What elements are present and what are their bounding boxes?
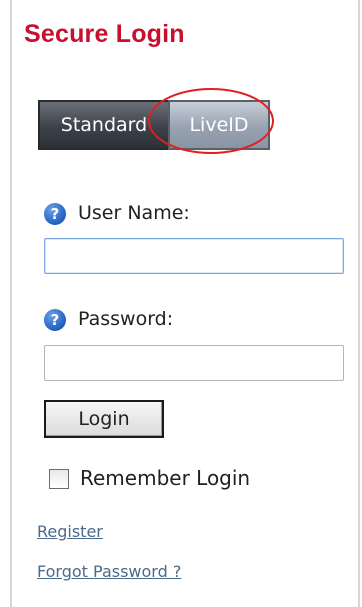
question-circle-icon[interactable]: ? xyxy=(44,309,66,331)
tab-liveid[interactable]: LiveID xyxy=(168,100,270,150)
question-circle-icon[interactable]: ? xyxy=(44,203,66,225)
password-input[interactable] xyxy=(44,345,344,381)
login-button[interactable]: Login xyxy=(44,400,164,438)
page-title: Secure Login xyxy=(24,20,185,48)
remember-login-label: Remember Login xyxy=(80,466,251,490)
password-label: Password: xyxy=(78,308,174,330)
tab-standard[interactable]: Standard xyxy=(38,100,170,150)
username-input[interactable] xyxy=(44,238,344,274)
remember-login-checkbox[interactable] xyxy=(49,469,69,489)
register-link[interactable]: Register xyxy=(37,522,103,541)
login-panel: Secure Login Standard LiveID ? User Name… xyxy=(10,0,360,607)
username-label: User Name: xyxy=(78,202,190,224)
forgot-password-link[interactable]: Forgot Password ? xyxy=(37,562,181,581)
